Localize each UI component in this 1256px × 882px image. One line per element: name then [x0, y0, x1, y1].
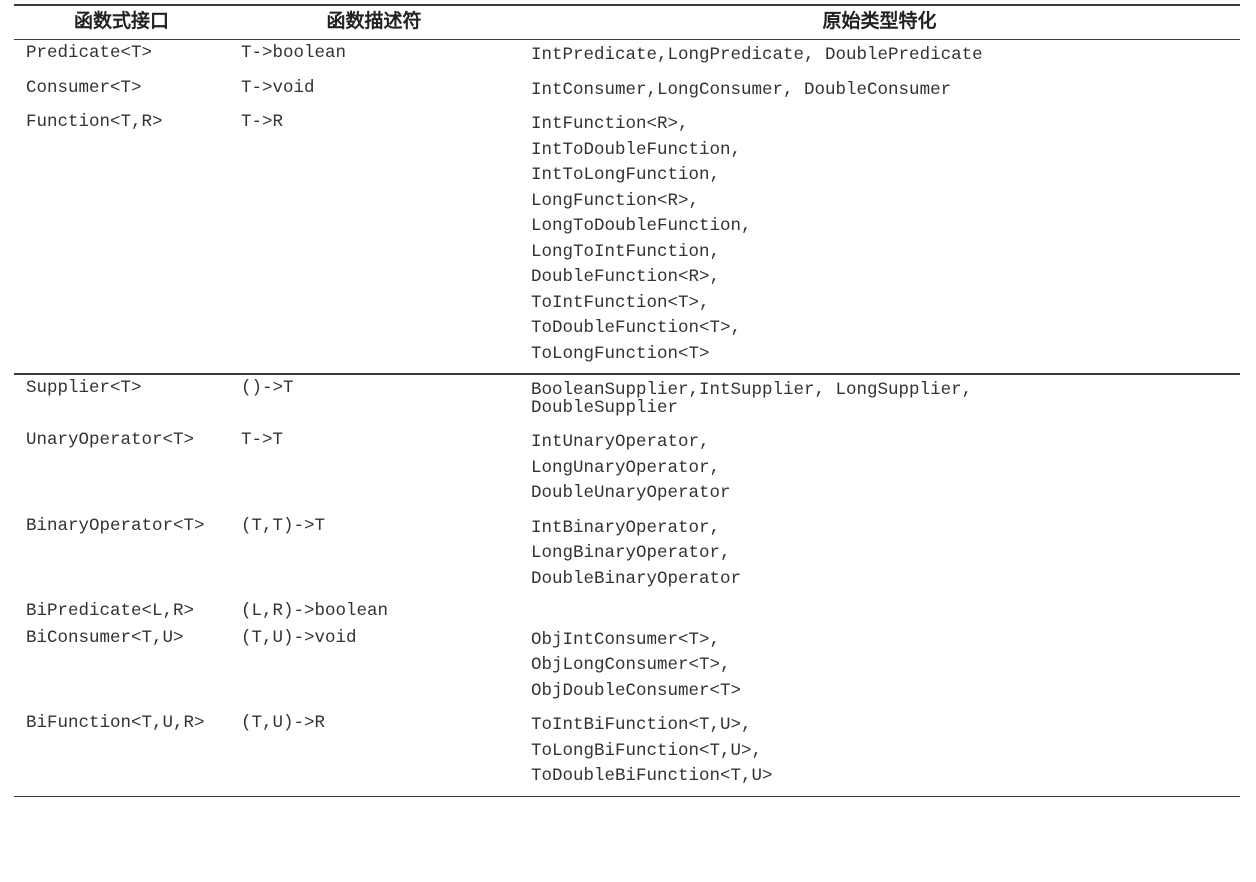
header-specialization: 原始类型特化: [519, 5, 1240, 40]
cell-descriptor: (T,U)->R: [229, 710, 519, 796]
spec-line: ToIntFunction<T>,: [531, 293, 1236, 319]
cell-specialization: IntPredicate,LongPredicate, DoublePredic…: [519, 40, 1240, 75]
spec-line: [531, 603, 1236, 611]
table-row: Supplier<T>()->T BooleanSupplier,IntSuppl…: [14, 374, 1240, 427]
table-row: Predicate<T>T->boolean IntPredicate,LongP…: [14, 40, 1240, 75]
cell-specialization: IntFunction<R>,IntToDoubleFunction,IntTo…: [519, 109, 1240, 374]
spec-line: IntToDoubleFunction,: [531, 140, 1236, 166]
cell-descriptor: ()->T: [229, 374, 519, 427]
cell-interface: Predicate<T>: [14, 40, 229, 75]
spec-line: IntUnaryOperator,: [531, 432, 1236, 458]
table-header-row: 函数式接口 函数描述符 原始类型特化: [14, 5, 1240, 40]
cell-specialization: IntConsumer,LongConsumer, DoubleConsumer: [519, 75, 1240, 110]
cell-interface: Function<T,R>: [14, 109, 229, 374]
spec-line: IntConsumer,LongConsumer, DoubleConsumer: [531, 80, 1236, 106]
spec-line: ToDoubleFunction<T>,: [531, 318, 1236, 344]
cell-descriptor: T->R: [229, 109, 519, 374]
cell-interface: Supplier<T>: [14, 374, 229, 427]
spec-line: LongUnaryOperator,: [531, 458, 1236, 484]
cell-descriptor: (T,T)->T: [229, 513, 519, 599]
header-descriptor: 函数描述符: [229, 5, 519, 40]
cell-specialization: IntUnaryOperator,LongUnaryOperator,Doubl…: [519, 427, 1240, 513]
cell-interface: BiConsumer<T,U>: [14, 625, 229, 711]
cell-specialization: ObjIntConsumer<T>,ObjLongConsumer<T>,Obj…: [519, 625, 1240, 711]
table-row: BiPredicate<L,R>(L,R)->boolean: [14, 598, 1240, 625]
spec-line: LongToDoubleFunction,: [531, 216, 1236, 242]
header-interface: 函数式接口: [14, 5, 229, 40]
spec-line: ObjLongConsumer<T>,: [531, 655, 1236, 681]
spec-line: ObjIntConsumer<T>,: [531, 630, 1236, 656]
spec-line: ToIntBiFunction<T,U>,: [531, 715, 1236, 741]
table-row: BiFunction<T,U,R>(T,U)->RToIntBiFunction…: [14, 710, 1240, 796]
table-row: BiConsumer<T,U>(T,U)->voidObjIntConsumer…: [14, 625, 1240, 711]
cell-descriptor: T->boolean: [229, 40, 519, 75]
spec-line: ObjDoubleConsumer<T>: [531, 681, 1236, 707]
spec-line: LongToIntFunction,: [531, 242, 1236, 268]
cell-specialization: BooleanSupplier,IntSupplier, LongSupplie…: [519, 374, 1240, 427]
table-row: Consumer<T>T->void IntConsumer,LongConsum…: [14, 75, 1240, 110]
spec-line: IntPredicate,LongPredicate, DoublePredic…: [531, 45, 1236, 71]
table-row: Function<T,R>T->RIntFunction<R>,IntToDou…: [14, 109, 1240, 374]
cell-interface: Consumer<T>: [14, 75, 229, 110]
spec-line: IntToLongFunction,: [531, 165, 1236, 191]
cell-interface: BinaryOperator<T>: [14, 513, 229, 599]
spec-line: LongBinaryOperator,: [531, 543, 1236, 569]
table-row: UnaryOperator<T>T->TIntUnaryOperator,Lon…: [14, 427, 1240, 513]
spec-line: ToLongFunction<T>: [531, 344, 1236, 370]
spec-line: DoubleFunction<R>,: [531, 267, 1236, 293]
spec-line: IntFunction<R>,: [531, 114, 1236, 140]
cell-specialization: IntBinaryOperator,LongBinaryOperator,Dou…: [519, 513, 1240, 599]
spec-line: DoubleUnaryOperator: [531, 483, 1236, 509]
spec-line: ToLongBiFunction<T,U>,: [531, 741, 1236, 767]
cell-descriptor: (T,U)->void: [229, 625, 519, 711]
cell-interface: BiFunction<T,U,R>: [14, 710, 229, 796]
cell-descriptor: (L,R)->boolean: [229, 598, 519, 625]
cell-specialization: ToIntBiFunction<T,U>,ToLongBiFunction<T,…: [519, 710, 1240, 796]
cell-descriptor: T->void: [229, 75, 519, 110]
spec-line: LongFunction<R>,: [531, 191, 1236, 217]
spec-line: IntBinaryOperator,: [531, 518, 1236, 544]
cell-interface: BiPredicate<L,R>: [14, 598, 229, 625]
cell-descriptor: T->T: [229, 427, 519, 513]
functional-interfaces-table: 函数式接口 函数描述符 原始类型特化 Predicate<T>T->boolea…: [14, 4, 1240, 797]
spec-line: ToDoubleBiFunction<T,U>: [531, 766, 1236, 792]
spec-line: DoubleBinaryOperator: [531, 569, 1236, 595]
table-row: BinaryOperator<T>(T,T)->TIntBinaryOperat…: [14, 513, 1240, 599]
cell-interface: UnaryOperator<T>: [14, 427, 229, 513]
spec-line: BooleanSupplier,IntSupplier, LongSupplie…: [531, 380, 1236, 423]
cell-specialization: [519, 598, 1240, 625]
